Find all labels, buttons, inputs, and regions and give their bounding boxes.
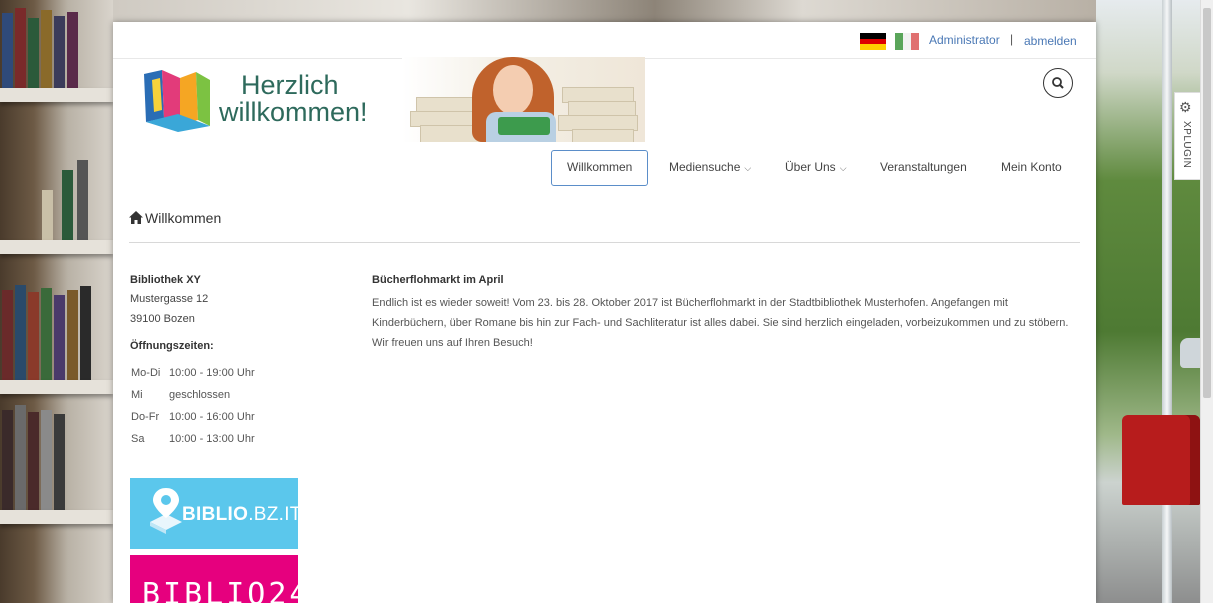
italian-flag-icon[interactable] <box>895 33 919 50</box>
chevron-down-icon: ⌵ <box>839 163 847 173</box>
biblio-bz-logo-text: BIBLIO.BZ.IT <box>182 504 302 525</box>
hours-row: Mi geschlossen <box>131 389 231 401</box>
hours-row: Do-Fr 10:00 - 16:00 Uhr <box>131 411 255 423</box>
library-logo-icon[interactable] <box>142 66 212 132</box>
hours-row: Mo-Di 10:00 - 19:00 Uhr <box>131 367 255 379</box>
nav-item-mein-konto[interactable]: Mein Konto <box>1001 150 1062 184</box>
opening-hours-title: Öffnungszeiten: <box>130 340 214 352</box>
separator: | <box>1010 32 1014 46</box>
logo-line-2: willkommen! <box>219 97 368 127</box>
biblio-bz-banner[interactable]: BIBLIO.BZ.IT <box>130 478 301 549</box>
biblio24-logo-text: BIBLIO24 <box>142 577 298 603</box>
background-top-strip <box>113 0 1098 22</box>
scrollbar-vertical[interactable] <box>1200 0 1213 603</box>
biblio24-banner[interactable]: BIBLIO24 <box>130 555 298 603</box>
breadcrumb-current: Willkommen <box>145 210 222 226</box>
nav-item-willkommen[interactable]: Willkommen <box>551 150 649 186</box>
breadcrumb: Willkommen <box>129 210 221 226</box>
article-body: Endlich ist es wieder soweit! Vom 23. bi… <box>372 297 1069 349</box>
main-nav: Willkommen Mediensuche ⌵ Über Uns ⌵ Verans… <box>113 150 1096 186</box>
nav-item-veranstaltungen[interactable]: Veranstaltungen <box>880 150 967 184</box>
german-flag-icon[interactable] <box>860 33 886 50</box>
library-name: Bibliothek XY <box>130 274 201 286</box>
xplugin-tab[interactable]: ⚙ XPLUGIN <box>1174 92 1201 180</box>
search-icon <box>1052 77 1064 89</box>
hours-row: Sa 10:00 - 13:00 Uhr <box>131 433 255 445</box>
admin-link[interactable]: Administrator <box>929 33 1000 47</box>
article-title: Bücherflohmarkt im April <box>372 274 504 286</box>
xplugin-label: XPLUGIN <box>1181 121 1192 169</box>
search-button[interactable] <box>1043 68 1073 98</box>
logo-line-1: Herzlich <box>241 70 339 100</box>
nav-item-mediensuche[interactable]: Mediensuche ⌵ <box>669 150 751 184</box>
nav-item-ueber-uns[interactable]: Über Uns ⌵ <box>785 150 847 184</box>
top-bar: Administrator | abmelden <box>113 22 1096 59</box>
library-city: 39100 Bozen <box>130 313 195 325</box>
divider <box>129 242 1080 243</box>
opening-hours-table: Mo-Di 10:00 - 19:00 Uhr Mi geschlossen Do-… <box>131 362 255 450</box>
map-pin-icon <box>150 488 182 534</box>
logo-wordmark[interactable]: Herzlich willkommen! <box>219 72 368 126</box>
page-card: Administrator | abmelden Herzlich willko… <box>113 22 1096 603</box>
logout-link[interactable]: abmelden <box>1024 34 1077 48</box>
chevron-down-icon: ⌵ <box>744 163 752 173</box>
window-view-right <box>1096 0 1213 603</box>
gear-icon: ⚙ <box>1179 99 1192 115</box>
home-icon[interactable] <box>129 211 143 224</box>
bookshelf-left <box>0 0 113 603</box>
header-banner-image <box>402 57 645 142</box>
library-street: Mustergasse 12 <box>130 293 209 305</box>
red-ottoman <box>1122 415 1200 505</box>
scrollbar-thumb[interactable] <box>1203 8 1211 398</box>
